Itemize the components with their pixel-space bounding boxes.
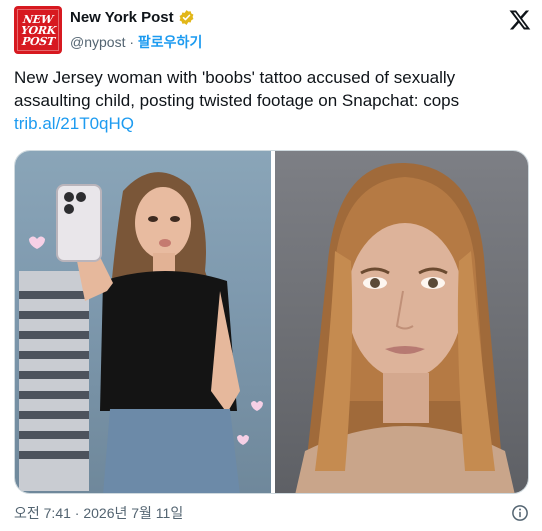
tweet-body: New Jersey woman with 'boobs' tattoo acc… (14, 68, 460, 110)
logo-line-3: POST (20, 34, 56, 48)
selfie-image (19, 172, 263, 493)
verified-badge-icon[interactable] (178, 9, 195, 26)
x-logo-icon[interactable] (508, 8, 532, 32)
tweet-media[interactable] (14, 150, 529, 494)
photo-selfie[interactable] (15, 151, 271, 493)
tweet-header: NEW YORK POST New York Post @nypost · 팔로… (14, 6, 534, 56)
tweet-footer: 오전 7:41 · 2026년 7월 11일 (14, 503, 529, 523)
tweet-timestamp[interactable]: 오전 7:41 · 2026년 7월 11일 (14, 505, 183, 521)
follow-button[interactable]: 팔로우하기 (138, 34, 202, 50)
account-name[interactable]: New York Post (70, 9, 174, 26)
nypost-logo: NEW YORK POST (17, 9, 59, 51)
logo-line-2: YORK (19, 23, 57, 37)
logo-line-1: NEW (22, 12, 54, 26)
account-handle[interactable]: @nypost (70, 34, 125, 50)
tweet-link[interactable]: trib.al/21T0qHQ (14, 114, 134, 133)
info-icon[interactable] (511, 504, 529, 522)
tweet-text: New Jersey woman with 'boobs' tattoo acc… (14, 66, 534, 135)
account-handle-row: @nypost · 팔로우하기 (70, 32, 202, 52)
account-avatar[interactable]: NEW YORK POST (14, 6, 62, 54)
photo-mugshot[interactable] (275, 151, 528, 493)
handle-separator: · (125, 34, 138, 50)
mugshot-image (295, 162, 515, 493)
account-name-row: New York Post (70, 9, 195, 26)
